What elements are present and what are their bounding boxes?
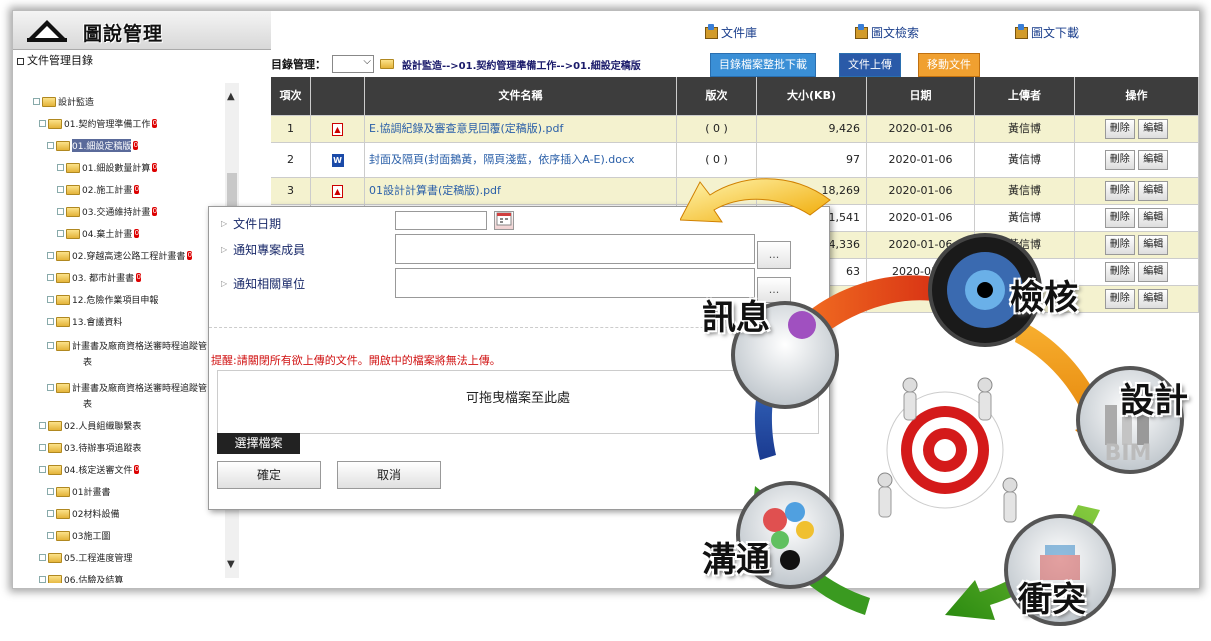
col-header (311, 77, 365, 115)
col-header: 版次 (677, 77, 757, 115)
breadcrumb-path: 設計監造-->01.契約管理準備工作-->01.細設定稿版 (402, 60, 641, 72)
cycle-label-conflict: 衝突 (1018, 580, 1086, 620)
col-header: 文件名稱 (365, 77, 677, 115)
tree-item[interactable]: 01.細設數量計算 0 (57, 161, 158, 174)
triangle-icon: ▷ (221, 245, 228, 254)
cycle-label-design: 設計 (1120, 381, 1188, 421)
folder-icon (380, 59, 394, 69)
toplink-library[interactable]: 文件庫 (705, 23, 758, 41)
tree-item[interactable]: 03. 都市計畫書 0 (47, 271, 142, 284)
tree-item[interactable]: 計畫書及廠商資格送審時程追蹤管 (47, 339, 207, 352)
tree-item[interactable]: 02.人員組織聯繫表 (39, 419, 141, 432)
page-title: 圖說管理 (83, 23, 164, 45)
toplink-download[interactable]: 圖文下載 (1015, 23, 1080, 41)
workflow-cycle-graphic: BIM 訊息 檢核 設計 衝突 溝通 (679, 160, 1211, 638)
field-row-members: ▷ 通知專案成員 (221, 241, 305, 258)
tree-item[interactable]: 03施工圖 (47, 529, 110, 542)
tree-item[interactable]: 02.施工計畫 0 (57, 183, 140, 196)
pdf-icon: ▲ (332, 184, 343, 198)
field-label: 文件日期 (233, 217, 282, 231)
sidebar-heading: 文件管理目錄 (13, 51, 275, 71)
toplink-label: 圖文檢索 (871, 26, 920, 40)
tree-item[interactable]: 05.工程進度管理 (39, 551, 132, 564)
cell-no: 2 (271, 143, 311, 177)
svg-text:BIM: BIM (1105, 441, 1152, 466)
tree-item[interactable]: 04.棄土計畫 0 (57, 227, 140, 240)
scroll-up-icon[interactable]: ▲ (227, 91, 235, 102)
tree-item[interactable]: 01.契約管理準備工作 0 (39, 117, 158, 130)
batch-download-button[interactable]: 目錄檔案整批下載 (710, 53, 816, 77)
directory-select[interactable] (332, 55, 374, 73)
tree-item[interactable]: 02材料設備 (47, 507, 119, 520)
cycle-label-message: 訊息 (702, 298, 770, 338)
cell-uploader: 黃信博 (975, 116, 1075, 142)
tree-item-wrap: 表 (83, 400, 93, 410)
table-header: 項次 文件名稱 版次 大小(KB) 日期 上傳者 操作 (271, 77, 1199, 116)
cell-size: 9,426 (757, 116, 867, 142)
choose-file-button[interactable]: 選擇檔案 (217, 433, 300, 454)
cell-no: 3 (271, 178, 311, 204)
tree-item[interactable]: 02.穿越高速公路工程計畫書 0 (47, 249, 193, 262)
cell-no: 1 (271, 116, 311, 142)
triangle-icon: ▷ (221, 279, 228, 288)
cell-date: 2020-01-06 (867, 116, 975, 142)
tree-item[interactable]: 03.待辦事項追蹤表 (39, 441, 141, 454)
calendar-icon[interactable] (494, 211, 514, 230)
col-header: 項次 (271, 77, 311, 115)
directory-tree: 設計監造 01.契約管理準備工作 0 01.細設定稿版 0 01.細設數量計算 0 0… (13, 83, 238, 583)
table-row: 1 ▲ E.協調紀錄及審查意見回覆(定稿版).pdf ( 0 ) 9,426 2… (271, 116, 1199, 143)
tree-item-selected[interactable]: 01.細設定稿版 0 (47, 139, 139, 152)
tree-item[interactable]: 設計監造 (33, 95, 94, 108)
box-icon (1015, 23, 1028, 39)
upload-button[interactable]: 文件上傳 (839, 53, 901, 77)
box-icon (705, 23, 718, 39)
tree-item[interactable]: 04.核定送審文件 0 (39, 463, 140, 476)
tree-item[interactable]: 03.交通維持計畫 0 (57, 205, 158, 218)
col-header: 日期 (867, 77, 975, 115)
field-label: 通知相關單位 (233, 277, 306, 291)
scroll-down-icon[interactable]: ▼ (227, 559, 235, 570)
field-row-date: ▷ 文件日期 (221, 215, 281, 232)
toplink-search[interactable]: 圖文檢索 (855, 23, 920, 41)
pdf-icon: ▲ (332, 122, 343, 136)
word-icon: W (331, 153, 344, 167)
tree-item-wrap: 表 (83, 358, 93, 368)
date-input[interactable] (395, 211, 487, 230)
edit-button[interactable]: 編輯 (1138, 119, 1169, 139)
triangle-icon: ▷ (221, 219, 228, 228)
file-name-link[interactable]: 封面及隔頁(封面鵝黃，隔頁淺藍，依序插入A-E).docx (365, 143, 677, 177)
toplink-label: 文件庫 (721, 26, 758, 40)
delete-button[interactable]: 刪除 (1104, 119, 1135, 139)
cycle-label-communicate: 溝通 (702, 540, 770, 580)
cell-version: ( 0 ) (677, 116, 757, 142)
breadcrumb-label: 目錄管理： (271, 58, 326, 71)
tree-item[interactable]: 計畫書及廠商資格送審時程追蹤管 (47, 381, 207, 394)
cancel-button[interactable]: 取消 (337, 461, 441, 489)
tree-item[interactable]: 06.估驗及結算 (39, 573, 123, 583)
tree-item[interactable]: 12.危險作業項目申報 (47, 293, 158, 306)
toplink-label: 圖文下載 (1031, 26, 1080, 40)
tree-item[interactable]: 01計畫書 (47, 485, 110, 498)
box-icon (855, 23, 868, 39)
tree-item[interactable]: 13.會議資料 (47, 315, 122, 328)
move-button[interactable]: 移動文件 (918, 53, 980, 77)
file-name-link[interactable]: E.協調紀錄及審查意見回覆(定稿版).pdf (365, 116, 677, 142)
confirm-button[interactable]: 確定 (217, 461, 321, 489)
field-row-units: ▷ 通知相關單位 (221, 275, 305, 292)
upload-warning: 提醒:請關閉所有欲上傳的文件。開啟中的檔案將無法上傳。 (211, 354, 501, 367)
file-name-link[interactable]: 01設計計算書(定稿版).pdf (365, 178, 677, 204)
col-header: 大小(KB) (757, 77, 867, 115)
col-header: 上傳者 (975, 77, 1075, 115)
header: 圖說管理 文件庫 圖文檢索 圖文下載 (13, 11, 1199, 50)
col-header: 操作 (1075, 77, 1199, 115)
logo-icon (27, 20, 67, 42)
cycle-label-check: 檢核 (1010, 278, 1078, 318)
field-label: 通知專案成員 (233, 243, 306, 257)
